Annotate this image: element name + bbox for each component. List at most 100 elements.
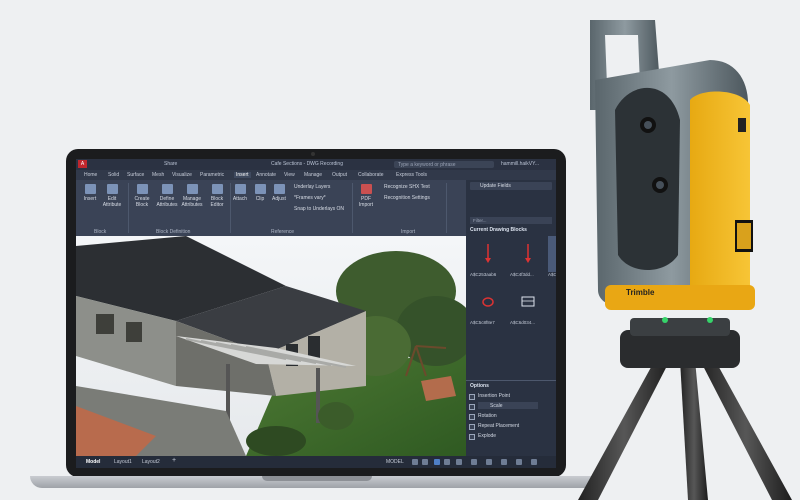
drawing-viewport[interactable] xyxy=(76,236,466,456)
laptop-notch xyxy=(262,476,372,481)
otrack-icon[interactable] xyxy=(471,459,477,465)
red-arrow-icon xyxy=(525,244,531,263)
adjust-button[interactable]: Adjust xyxy=(267,184,291,202)
pdf-import-button[interactable]: PDF Import xyxy=(354,184,378,208)
tab-solid[interactable]: Solid xyxy=(108,172,119,178)
scale-dropdown[interactable]: Scale xyxy=(478,402,538,409)
explode-label: Explode xyxy=(478,433,497,439)
point-cloud-render xyxy=(76,236,466,456)
block-label-3: A$C... xyxy=(548,272,556,277)
user-name[interactable]: hammill.haikVY... xyxy=(501,161,539,167)
laptop-camera xyxy=(311,152,315,156)
blocks-palette: Update Fields Filter... Current Drawing … xyxy=(466,180,556,456)
clip-icon xyxy=(254,184,266,194)
ribbon-tabs: Home Solid Surface Mesh Visualize Parame… xyxy=(76,170,556,180)
ribbon-panel: Insert Edit Attribute Block Create Block… xyxy=(76,180,466,236)
insertion-point-checkbox[interactable] xyxy=(469,394,475,400)
create-block-icon xyxy=(136,184,148,194)
group-import-label: Import xyxy=(401,229,416,235)
tab-express-tools[interactable]: Express Tools xyxy=(396,172,427,178)
tab-visualize[interactable]: Visualize xyxy=(172,172,192,178)
tab-annotate[interactable]: Annotate xyxy=(256,172,276,178)
repeat-placement-checkbox[interactable] xyxy=(469,424,475,430)
add-layout-button[interactable]: + xyxy=(172,457,176,464)
red-arrow-icon xyxy=(485,244,491,263)
tab-surface[interactable]: Surface xyxy=(127,172,144,178)
manage-attributes-button[interactable]: Manage Attributes xyxy=(180,184,204,208)
tab-layout2[interactable]: Layout2 xyxy=(142,459,160,465)
laptop-screen: A Share Cafe Sections - DWG Recording Ty… xyxy=(76,159,556,468)
annotation-icon[interactable] xyxy=(501,459,507,465)
tab-manage[interactable]: Manage xyxy=(304,172,322,178)
tab-collaborate[interactable]: Collaborate xyxy=(358,172,384,178)
trimble-logo: Trimble xyxy=(626,288,655,297)
group-block-label: Block xyxy=(94,229,107,235)
block-thumb-4[interactable] xyxy=(470,284,506,320)
define-attributes-button[interactable]: Define Attributes xyxy=(155,184,179,208)
divider xyxy=(466,380,556,381)
block-thumb-2[interactable] xyxy=(510,236,546,272)
insert-button[interactable]: Insert xyxy=(78,184,102,202)
edit-attribute-icon xyxy=(106,184,118,194)
recognize-shx-button[interactable]: Recognize SHX Text xyxy=(384,184,430,190)
window-title: Cafe Sections - DWG Recording xyxy=(271,161,343,167)
search-input[interactable]: Type a keyword or phrase xyxy=(394,161,494,168)
insert-block-icon xyxy=(84,184,96,194)
osnap-icon[interactable] xyxy=(456,459,462,465)
block-label-4: A$C5c8f8e7 xyxy=(470,320,495,325)
ortho-icon[interactable] xyxy=(434,459,440,465)
ribbon-divider xyxy=(352,183,353,233)
define-attributes-icon xyxy=(161,184,173,194)
group-reference-label: Reference xyxy=(271,229,295,235)
title-bar: A Share Cafe Sections - DWG Recording Ty… xyxy=(76,159,556,170)
block-thumb-3[interactable] xyxy=(548,236,556,272)
underlay-layers-button[interactable]: Underlay Layers xyxy=(294,184,330,190)
explode-checkbox[interactable] xyxy=(469,434,475,440)
workspace-icon[interactable] xyxy=(516,459,522,465)
block-thumb-5[interactable] xyxy=(510,284,546,320)
tab-parametric[interactable]: Parametric xyxy=(200,172,224,178)
autocad-logo-icon[interactable]: A xyxy=(78,160,87,168)
snap-to-underlays-dropdown[interactable]: Snap to Underlays ON xyxy=(294,206,344,212)
pdf-icon xyxy=(360,184,372,194)
snap-icon[interactable] xyxy=(422,459,428,465)
block-editor-icon xyxy=(211,184,223,194)
options-title: Options xyxy=(470,383,489,389)
blocks-filter-input[interactable]: Filter... xyxy=(470,217,552,224)
frames-vary-dropdown[interactable]: *Frames vary* xyxy=(294,195,326,201)
block-thumb-1[interactable] xyxy=(470,236,506,272)
attach-icon xyxy=(234,184,246,194)
update-fields-button[interactable]: Update Fields xyxy=(470,182,552,190)
grid-icon[interactable] xyxy=(412,459,418,465)
recognition-settings-button[interactable]: Recognition Settings xyxy=(384,195,430,201)
rotation-label: Rotation xyxy=(478,413,497,419)
tab-model[interactable]: Model xyxy=(86,459,100,465)
tab-mesh[interactable]: Mesh xyxy=(152,172,164,178)
laser-scanner xyxy=(578,20,792,500)
tab-home[interactable]: Home xyxy=(84,172,97,178)
red-circle-icon xyxy=(482,297,494,307)
tab-layout1[interactable]: Layout1 xyxy=(114,459,132,465)
block-label-1: A$C253aab6 xyxy=(470,272,497,277)
ribbon-divider xyxy=(128,183,129,233)
customize-icon[interactable] xyxy=(531,459,537,465)
rotation-checkbox[interactable] xyxy=(469,414,475,420)
polar-icon[interactable] xyxy=(444,459,450,465)
scale-checkbox[interactable] xyxy=(469,404,475,410)
adjust-icon xyxy=(273,184,285,194)
block-editor-button[interactable]: Block Editor xyxy=(205,184,229,208)
share-button[interactable]: Share xyxy=(164,161,177,167)
group-block-definition-label: Block Definition xyxy=(156,229,191,235)
create-block-button[interactable]: Create Block xyxy=(130,184,154,208)
manage-attributes-icon xyxy=(186,184,198,194)
edit-attribute-button[interactable]: Edit Attribute xyxy=(100,184,124,208)
tab-view[interactable]: View xyxy=(284,172,295,178)
status-bar: Model Layout1 Layout2 + MODEL xyxy=(76,456,556,468)
lineweight-icon[interactable] xyxy=(486,459,492,465)
tab-insert[interactable]: Insert xyxy=(234,172,251,178)
block-label-2: A$C4f3dd... xyxy=(510,272,534,277)
tab-output[interactable]: Output xyxy=(332,172,347,178)
table-block-icon xyxy=(521,296,535,307)
model-space-button[interactable]: MODEL xyxy=(386,459,404,465)
block-label-5: A$C6d034... xyxy=(510,320,536,325)
